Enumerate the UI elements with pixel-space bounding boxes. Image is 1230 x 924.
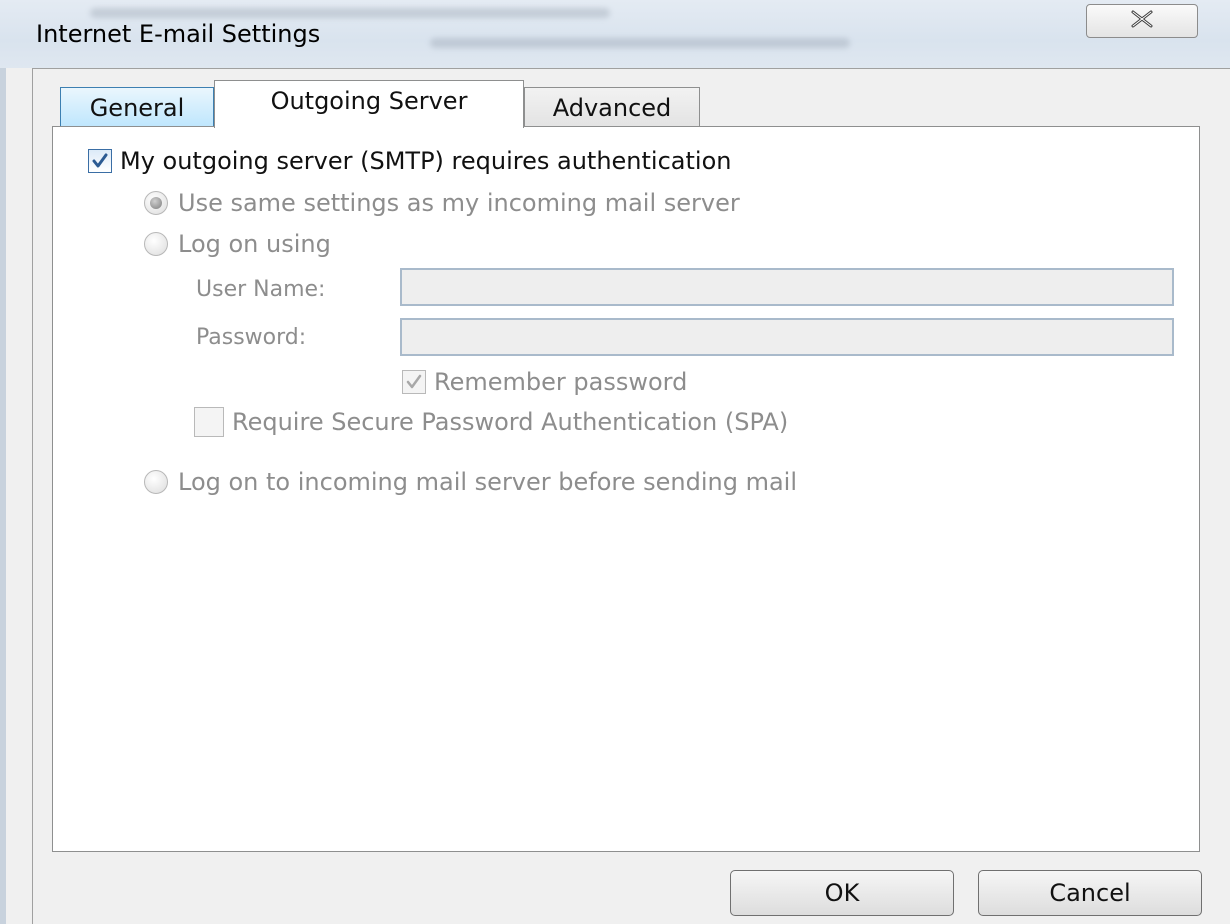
user-name-label: User Name: bbox=[196, 277, 326, 302]
remember-password-row[interactable]: Remember password bbox=[402, 368, 687, 396]
cancel-button-label: Cancel bbox=[1049, 879, 1131, 907]
log-on-using-radio-row[interactable]: Log on using bbox=[144, 230, 331, 258]
password-input[interactable] bbox=[400, 318, 1174, 356]
tab-outgoing-server-label: Outgoing Server bbox=[270, 86, 468, 115]
remember-password-label: Remember password bbox=[434, 368, 688, 396]
checkmark-icon bbox=[92, 153, 108, 168]
smtp-auth-checkbox-row[interactable]: My outgoing server (SMTP) requires authe… bbox=[88, 147, 731, 175]
radio-selected-dot bbox=[150, 197, 162, 209]
close-icon bbox=[1129, 9, 1155, 33]
checkmark-icon bbox=[406, 374, 422, 389]
smtp-auth-checkbox[interactable] bbox=[88, 149, 112, 173]
user-name-input[interactable] bbox=[400, 268, 1174, 306]
log-on-using-label: Log on using bbox=[178, 230, 331, 258]
require-spa-checkbox[interactable] bbox=[194, 407, 224, 437]
ok-button[interactable]: OK bbox=[730, 870, 954, 916]
tab-general-label: General bbox=[89, 93, 185, 122]
tab-advanced[interactable]: Advanced bbox=[524, 87, 700, 127]
window-left-edge bbox=[0, 0, 6, 924]
tab-advanced-label: Advanced bbox=[552, 93, 672, 122]
close-button[interactable] bbox=[1086, 4, 1198, 38]
ok-button-label: OK bbox=[824, 879, 860, 907]
blurred-background-text bbox=[430, 38, 850, 48]
use-same-settings-radio[interactable] bbox=[144, 191, 168, 215]
dialog-title: Internet E-mail Settings bbox=[36, 20, 321, 48]
log-on-using-radio[interactable] bbox=[144, 232, 168, 256]
use-same-settings-label: Use same settings as my incoming mail se… bbox=[178, 189, 740, 217]
log-on-incoming-radio-row[interactable]: Log on to incoming mail server before se… bbox=[144, 468, 797, 496]
tab-outgoing-server[interactable]: Outgoing Server bbox=[214, 80, 524, 128]
cancel-button[interactable]: Cancel bbox=[978, 870, 1202, 916]
require-spa-label: Require Secure Password Authentication (… bbox=[232, 408, 789, 436]
log-on-incoming-label: Log on to incoming mail server before se… bbox=[178, 468, 798, 496]
internet-email-settings-dialog: Internet E-mail Settings General Outgoin… bbox=[0, 0, 1230, 924]
tab-general[interactable]: General bbox=[60, 87, 214, 127]
password-label: Password: bbox=[196, 325, 307, 350]
title-bar[interactable]: Internet E-mail Settings bbox=[0, 0, 1230, 68]
smtp-auth-label: My outgoing server (SMTP) requires authe… bbox=[120, 147, 732, 175]
log-on-incoming-radio[interactable] bbox=[144, 470, 168, 494]
require-spa-row[interactable]: Require Secure Password Authentication (… bbox=[194, 407, 788, 437]
use-same-settings-radio-row[interactable]: Use same settings as my incoming mail se… bbox=[144, 189, 740, 217]
blurred-background-text bbox=[90, 8, 610, 18]
remember-password-checkbox[interactable] bbox=[402, 370, 426, 394]
